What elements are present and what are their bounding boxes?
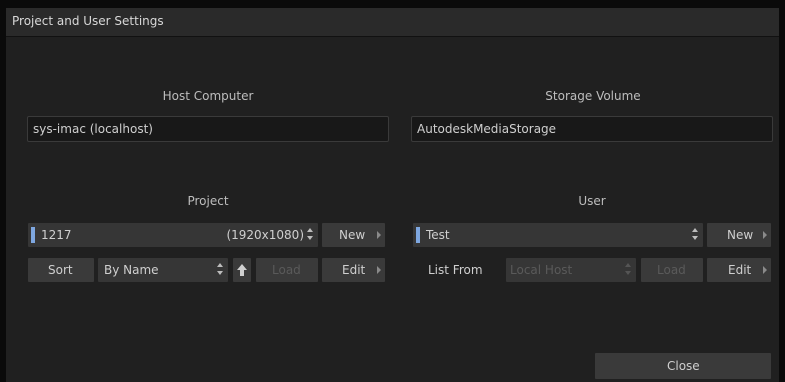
user-label: User bbox=[578, 194, 606, 208]
list-from-selector[interactable]: Local Host bbox=[506, 258, 636, 282]
project-label: Project bbox=[187, 194, 229, 208]
sort-direction-button[interactable] bbox=[233, 258, 251, 282]
user-new-button[interactable]: New bbox=[707, 223, 771, 247]
user-edit-button[interactable]: Edit bbox=[707, 258, 771, 282]
close-label: Close bbox=[667, 359, 700, 373]
list-from-value: Local Host bbox=[510, 263, 573, 277]
user-marker bbox=[416, 227, 420, 243]
user-spin-icon[interactable] bbox=[692, 227, 700, 243]
project-new-arrow-icon bbox=[377, 231, 381, 239]
project-new-button[interactable]: New bbox=[322, 223, 385, 247]
title-bar: Project and User Settings bbox=[6, 8, 779, 37]
project-new-label: New bbox=[339, 228, 366, 242]
sort-by-spin-icon[interactable] bbox=[217, 262, 225, 278]
user-selector[interactable]: Test bbox=[413, 223, 703, 247]
user-new-label: New bbox=[727, 228, 754, 242]
user-edit-arrow-icon bbox=[763, 266, 767, 274]
settings-window: Project and User Settings Host Computer … bbox=[6, 8, 779, 382]
user-load-button[interactable]: Load bbox=[641, 258, 703, 282]
user-new-arrow-icon bbox=[763, 231, 767, 239]
sort-by-value: By Name bbox=[104, 263, 159, 277]
user-edit-label: Edit bbox=[728, 263, 752, 277]
window-title: Project and User Settings bbox=[12, 14, 164, 28]
host-computer-value: sys-imac (localhost) bbox=[33, 122, 153, 136]
project-load-label: Load bbox=[272, 263, 301, 277]
list-from-spin-icon[interactable] bbox=[625, 262, 633, 278]
project-load-button[interactable]: Load bbox=[256, 258, 318, 282]
storage-volume-label: Storage Volume bbox=[545, 89, 641, 103]
project-marker bbox=[31, 227, 35, 243]
project-resolution: (1920x1080) bbox=[226, 228, 304, 242]
storage-volume-field[interactable]: AutodeskMediaStorage bbox=[411, 116, 773, 142]
sort-label: Sort bbox=[48, 263, 73, 277]
close-button[interactable]: Close bbox=[595, 353, 771, 379]
project-name: 1217 bbox=[41, 228, 72, 242]
storage-volume-value: AutodeskMediaStorage bbox=[417, 122, 557, 136]
host-computer-field[interactable]: sys-imac (localhost) bbox=[27, 116, 389, 142]
project-edit-label: Edit bbox=[342, 263, 366, 277]
sort-by-selector[interactable]: By Name bbox=[98, 258, 228, 282]
project-spin-icon[interactable] bbox=[307, 227, 315, 243]
list-from-label: List From bbox=[428, 263, 483, 277]
user-load-label: Load bbox=[657, 263, 686, 277]
user-name: Test bbox=[426, 228, 450, 242]
sort-button[interactable]: Sort bbox=[28, 258, 94, 282]
project-selector[interactable]: 1217 (1920x1080) bbox=[28, 223, 318, 247]
project-edit-button[interactable]: Edit bbox=[322, 258, 385, 282]
host-computer-label: Host Computer bbox=[162, 89, 254, 103]
arrow-up-icon bbox=[237, 264, 247, 276]
project-edit-arrow-icon bbox=[377, 266, 381, 274]
